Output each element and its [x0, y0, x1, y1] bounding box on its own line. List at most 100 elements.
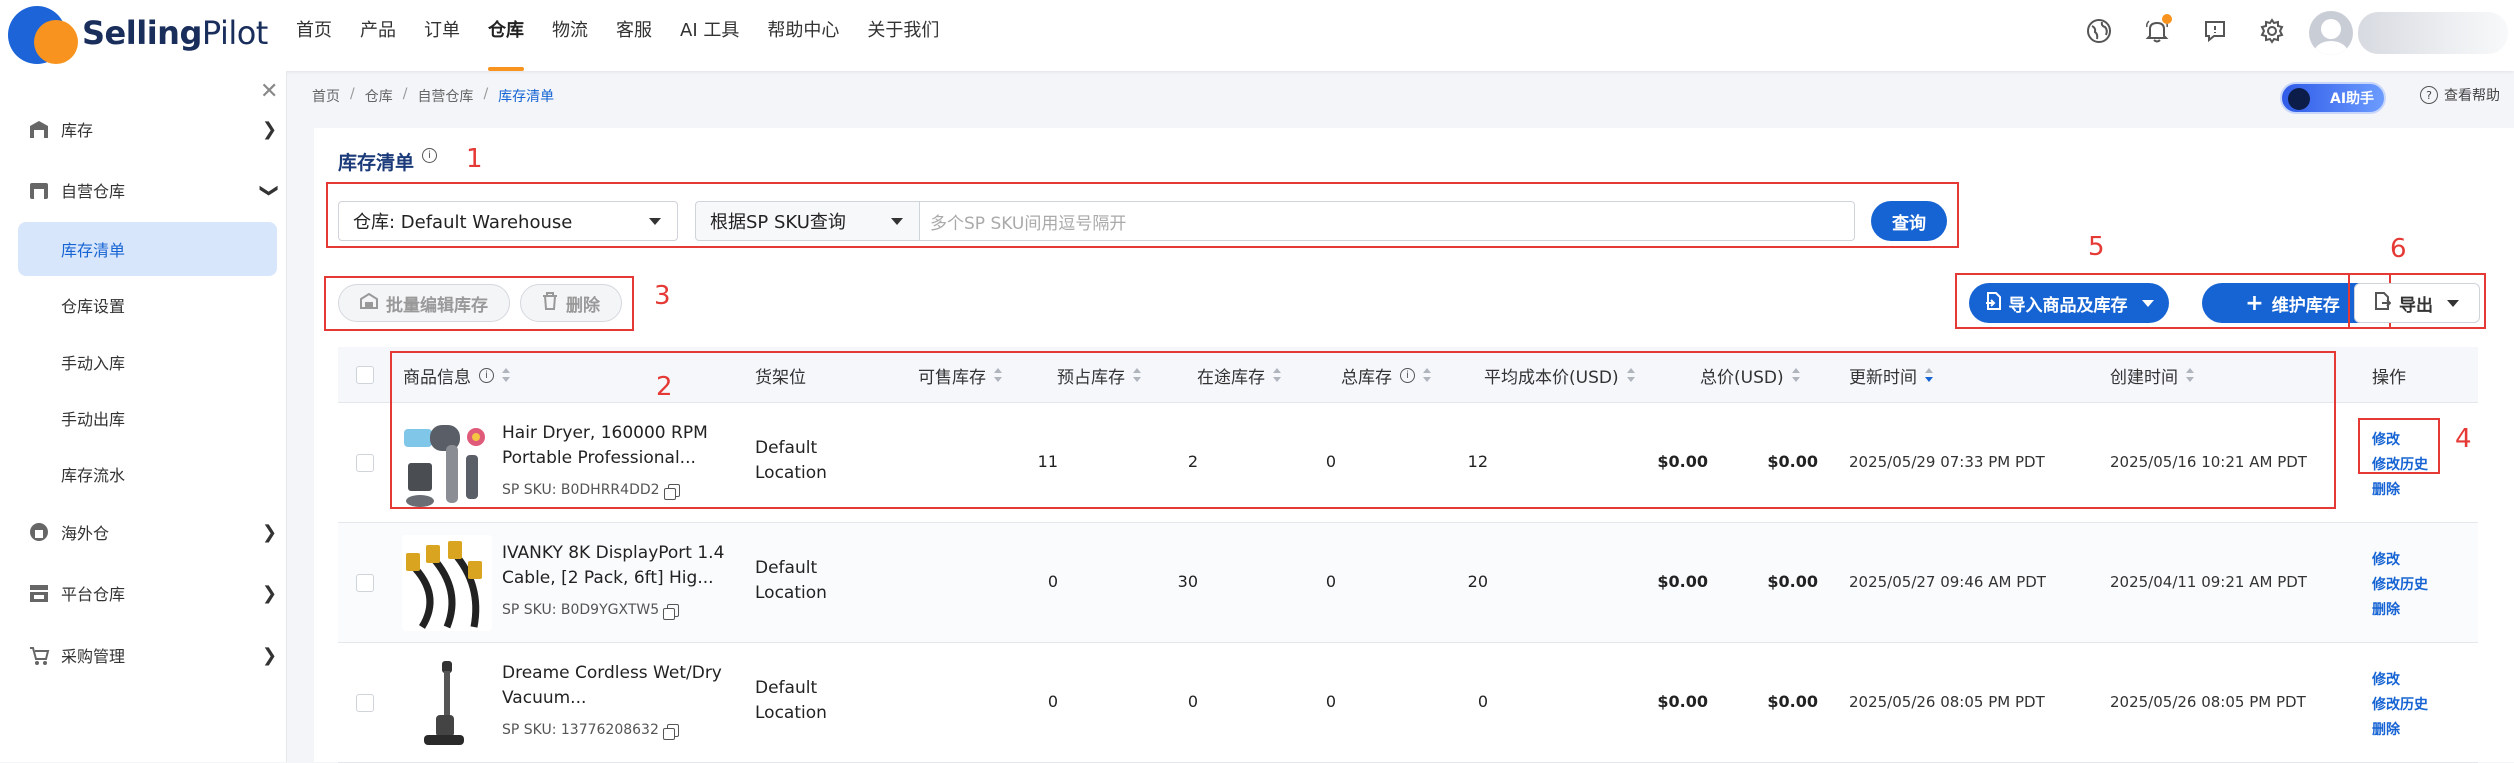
- row-checkbox[interactable]: [356, 694, 374, 712]
- product-sku: SP SKU: 13776208632: [502, 722, 679, 740]
- chevron-down-icon: [2447, 299, 2459, 307]
- annotation-5: 5: [2088, 232, 2105, 262]
- gear-icon[interactable]: [2257, 16, 2287, 46]
- bulk-edit-button[interactable]: 批量编辑库存: [338, 284, 510, 322]
- breadcrumb-warehouse[interactable]: 仓库: [365, 86, 393, 106]
- bell-icon[interactable]: [2142, 14, 2172, 46]
- sidebar-item-overseas[interactable]: 海外仓 ❯: [0, 510, 287, 554]
- product-name[interactable]: Dreame Cordless Wet/Dry Vacuum...: [502, 661, 742, 711]
- avg-cost-cell: $0.00: [1657, 572, 1708, 591]
- sidebar-item-purchase[interactable]: 采购管理 ❯: [0, 633, 287, 677]
- chevron-right-icon: ❯: [262, 582, 278, 604]
- close-icon[interactable]: ✕: [260, 79, 278, 104]
- export-button[interactable]: 导出: [2354, 283, 2480, 323]
- product-image-cable[interactable]: [402, 535, 492, 631]
- export-icon: [2375, 291, 2392, 315]
- edit-history-link[interactable]: 修改历史: [2372, 693, 2428, 718]
- location-cell: Default Location: [755, 558, 827, 603]
- nav-help-center[interactable]: 帮助中心: [753, 0, 853, 71]
- trash-icon: [542, 291, 558, 315]
- annotation-4: 4: [2455, 424, 2472, 454]
- sidebar-item-self-warehouse[interactable]: 自营仓库 ❯: [0, 168, 287, 212]
- breadcrumb-home[interactable]: 首页: [312, 86, 340, 106]
- sidebar-item-platform[interactable]: 平台仓库 ❯: [0, 571, 287, 615]
- chevron-right-icon: ❯: [262, 118, 278, 140]
- query-type-select[interactable]: 根据SP SKU查询: [695, 201, 920, 241]
- table-row: IVANKY 8K DisplayPort 1.4 Cable, [2 Pack…: [338, 523, 2478, 643]
- search-input[interactable]: 多个SP SKU间用逗号隔开: [920, 201, 1855, 241]
- question-icon: ?: [2420, 86, 2438, 104]
- chevron-right-icon: ❯: [262, 644, 278, 666]
- warehouse-icon: [360, 292, 378, 314]
- chevron-down-icon: ❯: [259, 182, 281, 198]
- top-bar: SellingPilot 首页 产品 订单 仓库 物流 客服 AI 工具 帮助中…: [0, 0, 2514, 71]
- import-products-button[interactable]: 导入商品及库存: [1969, 283, 2169, 323]
- nav-ai-tools[interactable]: AI 工具: [666, 0, 753, 71]
- edit-link[interactable]: 修改: [2372, 668, 2428, 693]
- delete-button[interactable]: 删除: [520, 284, 622, 322]
- nav-logistics[interactable]: 物流: [538, 0, 602, 71]
- total-cell: 0: [1477, 692, 1488, 711]
- globe-icon[interactable]: [2084, 16, 2114, 46]
- help-link[interactable]: ? 查看帮助: [2420, 85, 2500, 105]
- updated-cell: 2025/05/26 08:05 PM PDT: [1849, 693, 2045, 711]
- total-cell: 20: [1467, 572, 1488, 591]
- chevron-down-icon: [2141, 299, 2154, 307]
- sidebar-sub-warehouse-settings[interactable]: 仓库设置: [18, 278, 277, 332]
- edit-history-link[interactable]: 修改历史: [2372, 573, 2428, 598]
- nav-customer-service[interactable]: 客服: [602, 0, 666, 71]
- info-icon[interactable]: i: [422, 148, 438, 163]
- inbound-cell: 0: [1325, 692, 1336, 711]
- nav-warehouse[interactable]: 仓库: [474, 0, 538, 71]
- nav-about[interactable]: 关于我们: [853, 0, 953, 71]
- sidebar-sub-inventory-list[interactable]: 库存清单: [18, 222, 277, 276]
- chevron-down-icon: [649, 218, 661, 225]
- breadcrumb-self-warehouse[interactable]: 自营仓库: [417, 86, 473, 106]
- nav-home[interactable]: 首页: [282, 0, 346, 71]
- nav-orders[interactable]: 订单: [410, 0, 474, 71]
- import-icon: [1985, 291, 2001, 315]
- product-name[interactable]: IVANKY 8K DisplayPort 1.4 Cable, [2 Pack…: [502, 541, 742, 591]
- select-all-checkbox[interactable]: [356, 366, 374, 384]
- sellable-cell: 0: [1047, 692, 1058, 711]
- row-actions: 修改 修改历史 删除: [2372, 548, 2428, 623]
- main-nav: 首页 产品 订单 仓库 物流 客服 AI 工具 帮助中心 关于我们: [282, 0, 953, 71]
- brand-name[interactable]: SellingPilot: [82, 14, 268, 52]
- product-sku: SP SKU: B0D9YGXTW5: [502, 602, 680, 620]
- delete-link[interactable]: 删除: [2372, 598, 2428, 623]
- logo-icon[interactable]: [8, 6, 78, 64]
- warehouse-select[interactable]: 仓库: Default Warehouse: [338, 201, 678, 241]
- user-name-blurred[interactable]: [2358, 12, 2508, 54]
- sidebar-sub-manual-inbound[interactable]: 手动入库: [18, 335, 277, 389]
- avg-cost-cell: $0.00: [1657, 692, 1708, 711]
- annotation-box-table: [390, 351, 2336, 509]
- avatar[interactable]: [2309, 11, 2353, 55]
- annotation-6: 6: [2390, 234, 2407, 264]
- annotation-1: 1: [466, 144, 483, 174]
- notification-dot: [2162, 14, 2172, 24]
- warehouse-icon: [26, 177, 52, 203]
- query-button[interactable]: 查询: [1871, 201, 1947, 241]
- ai-assistant-button[interactable]: AI助手: [2280, 82, 2386, 114]
- chevron-down-icon: [891, 218, 903, 225]
- copy-icon[interactable]: [662, 723, 679, 740]
- sidebar-sub-manual-outbound[interactable]: 手动出库: [18, 391, 277, 445]
- delete-link[interactable]: 删除: [2372, 718, 2428, 743]
- row-checkbox[interactable]: [356, 454, 374, 472]
- annotation-box-row-actions: [2358, 418, 2440, 474]
- annotation-2: 2: [656, 372, 673, 402]
- overseas-warehouse-icon: [26, 519, 52, 545]
- copy-icon[interactable]: [663, 603, 680, 620]
- edit-link[interactable]: 修改: [2372, 548, 2428, 573]
- chevron-right-icon: ❯: [262, 521, 278, 543]
- delete-link[interactable]: 删除: [2372, 478, 2428, 503]
- row-checkbox[interactable]: [356, 574, 374, 592]
- message-icon[interactable]: [2200, 16, 2230, 46]
- sidebar-item-inventory[interactable]: 库存 ❯: [0, 107, 287, 151]
- nav-products[interactable]: 产品: [346, 0, 410, 71]
- sellable-cell: 0: [1047, 572, 1058, 591]
- sidebar-sub-inventory-flow[interactable]: 库存流水: [18, 447, 277, 501]
- sidebar: ✕ 库存 ❯ 自营仓库 ❯ 库存清单 仓库设置 手动入库 手动出库 库存流水 海…: [0, 71, 287, 762]
- product-image-vacuum[interactable]: [402, 655, 492, 751]
- total-value-cell: $0.00: [1767, 572, 1818, 591]
